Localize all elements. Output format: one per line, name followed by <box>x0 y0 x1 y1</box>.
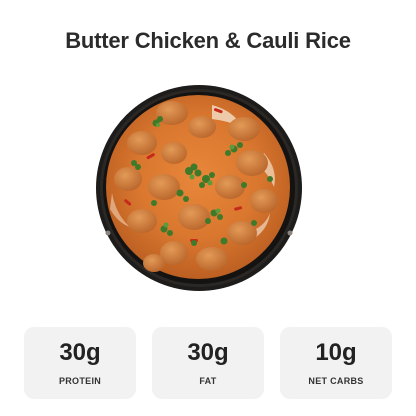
recipe-title: Butter Chicken & Cauli Rice <box>65 28 351 53</box>
protein-label: PROTEIN <box>58 375 102 386</box>
protein-value: 30g <box>59 338 101 366</box>
dish-image <box>96 85 302 291</box>
stat-card-protein: 30g PROTEIN <box>24 327 136 399</box>
net-carbs-value: 10g <box>315 338 357 366</box>
nutrition-stats: 30g PROTEIN 30g FAT 10g NET CARBS <box>24 327 392 399</box>
stat-card-fat: 30g FAT <box>152 327 264 399</box>
net-carbs-label: NET CARBS <box>308 375 364 386</box>
fat-label: FAT <box>199 375 217 386</box>
stat-card-net-carbs: 10g NET CARBS <box>280 327 392 399</box>
fat-value: 30g <box>187 338 229 366</box>
recipe-card: Butter Chicken & Cauli Rice 30g PROTEIN … <box>0 0 416 416</box>
